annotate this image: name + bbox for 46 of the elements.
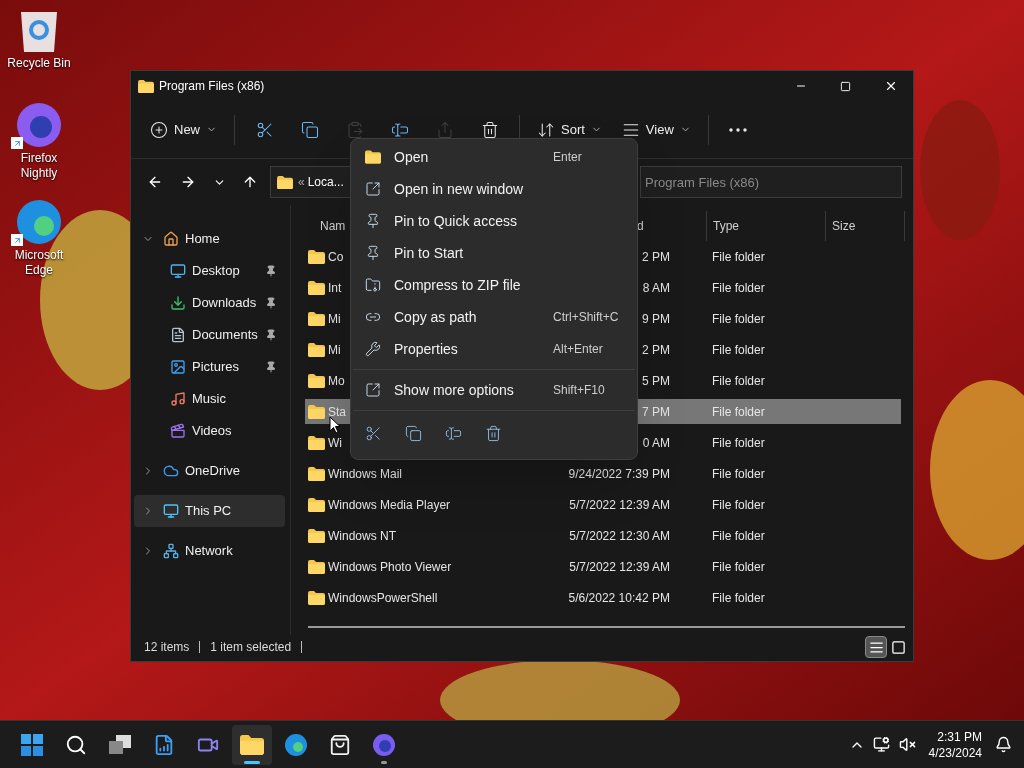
file-type: File folder — [711, 434, 765, 452]
file-name: Mo — [328, 372, 345, 390]
file-type: File folder — [711, 527, 765, 545]
date-modified: 9 PM — [642, 310, 670, 328]
date-modified: 7 PM — [642, 403, 670, 421]
file-name: Wi — [328, 434, 342, 452]
breadcrumb-separator: « — [298, 174, 305, 191]
file-type: File folder — [711, 248, 765, 266]
shortcut-text: Alt+Enter — [553, 341, 604, 358]
date-modified: 2 PM — [642, 248, 670, 266]
file-type: File folder — [711, 589, 765, 607]
selection-count: 1 item selected — [210, 639, 292, 656]
date-modified: 5/7/2022 12:39 AM — [569, 496, 670, 514]
file-name: Mi — [328, 341, 341, 359]
file-type: File folder — [711, 403, 765, 421]
date-modified: 5/7/2022 12:30 AM — [569, 527, 670, 545]
clock-time: 2:31 PM — [937, 728, 982, 745]
file-name: Int — [328, 279, 342, 297]
clock-date: 4/23/2024 — [928, 744, 982, 761]
date-modified: 9/24/2022 7:39 PM — [568, 465, 670, 483]
window-title: Program Files (x86) — [159, 78, 266, 95]
shortcut-text: Shift+F10 — [553, 382, 606, 399]
file-name: Windows Media Player — [328, 496, 451, 514]
file-name: Windows Mail — [328, 465, 402, 483]
file-type: File folder — [711, 279, 765, 297]
file-type: File folder — [711, 341, 765, 359]
file-type: File folder — [711, 558, 765, 576]
date-modified: 0 AM — [642, 434, 670, 452]
file-name: Sta — [328, 403, 346, 421]
file-name: Co — [328, 248, 344, 266]
file-name: WindowsPowerShell — [328, 589, 438, 607]
file-name: Windows NT — [328, 527, 396, 545]
date-modified: 5 PM — [642, 372, 670, 390]
file-type: File folder — [711, 496, 765, 514]
date-modified: 5/7/2022 12:39 AM — [569, 558, 670, 576]
date-modified: 8 AM — [642, 279, 670, 297]
file-name: Windows Photo Viewer — [328, 558, 452, 576]
file-type: File folder — [711, 465, 765, 483]
item-count: 12 items — [144, 639, 190, 656]
shortcut-text: Enter — [553, 149, 583, 166]
file-name: Mi — [328, 310, 341, 328]
file-type: File folder — [711, 310, 765, 328]
date-modified: 5/6/2022 10:42 PM — [568, 589, 670, 607]
date-modified: 2 PM — [642, 341, 670, 359]
shortcut-text: Ctrl+Shift+C — [553, 309, 620, 326]
file-type: File folder — [711, 372, 765, 390]
